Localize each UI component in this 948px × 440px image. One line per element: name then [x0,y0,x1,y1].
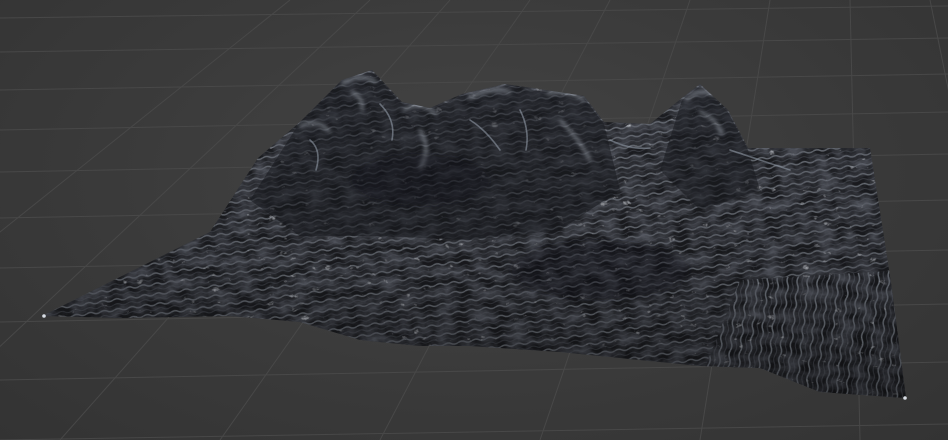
terrain-corner-marker [42,314,46,318]
terrain-corner-marker [903,396,907,400]
viewport-canvas[interactable] [0,0,948,440]
terrain-mesh [42,70,906,398]
3d-viewport[interactable] [0,0,948,440]
